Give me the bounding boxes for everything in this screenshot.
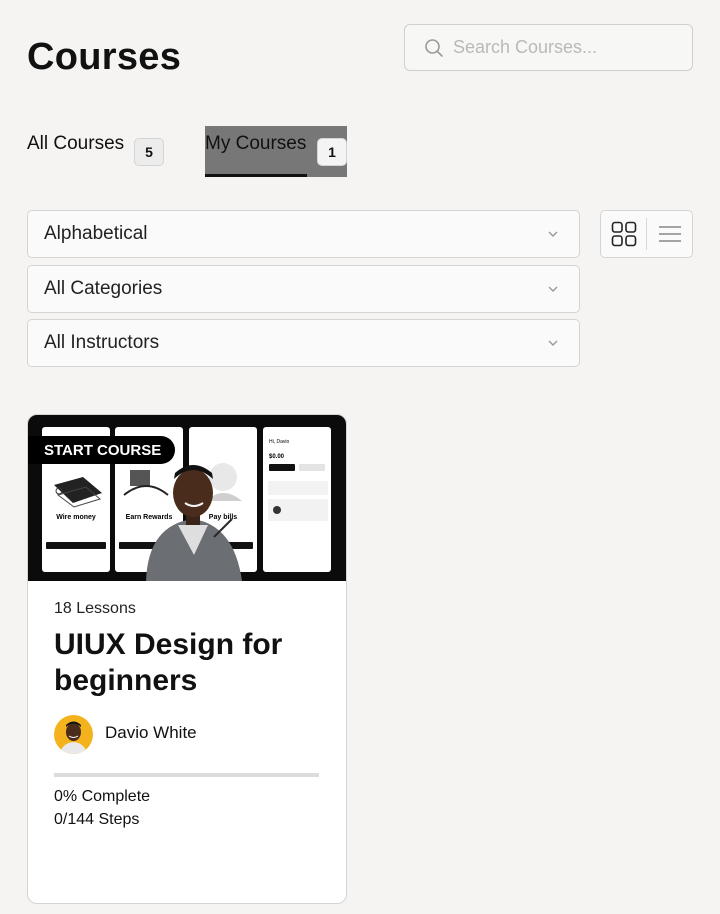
view-toggle bbox=[600, 210, 693, 258]
grid-view-icon bbox=[611, 221, 636, 247]
start-course-badge[interactable]: START COURSE bbox=[28, 436, 175, 464]
tab-all-courses[interactable]: All Courses 5 bbox=[27, 126, 167, 177]
avatar bbox=[54, 715, 93, 754]
list-view-button[interactable] bbox=[647, 211, 692, 257]
tab-label: My Courses bbox=[205, 133, 307, 154]
instructor-name[interactable]: Davio White bbox=[105, 723, 197, 743]
search-icon bbox=[425, 38, 443, 57]
lesson-count: 18 Lessons bbox=[54, 600, 136, 617]
progress-label: 0% Complete bbox=[54, 788, 151, 805]
sort-select[interactable]: Alphabetical bbox=[27, 210, 580, 258]
sort-select-value: Alphabetical bbox=[44, 223, 148, 244]
course-thumbnail[interactable]: Wire money Earn Rewards Pay bills Hi, Da… bbox=[28, 415, 346, 581]
tab-my-courses[interactable]: My Courses 1 bbox=[205, 126, 347, 177]
screen-title: Earn Rewards bbox=[126, 514, 173, 521]
search-box[interactable] bbox=[404, 24, 693, 71]
screen-title: Wire money bbox=[56, 514, 96, 521]
tab-count-badge: 5 bbox=[134, 138, 164, 166]
page-title: Courses bbox=[27, 36, 182, 78]
category-select[interactable]: All Categories bbox=[27, 265, 580, 313]
instructor-select[interactable]: All Instructors bbox=[27, 319, 580, 367]
instructor-select-value: All Instructors bbox=[44, 332, 160, 353]
course-card[interactable]: Wire money Earn Rewards Pay bills Hi, Da… bbox=[27, 414, 347, 904]
tab-label: All Courses bbox=[27, 133, 125, 154]
category-select-value: All Categories bbox=[44, 278, 163, 299]
chevron-down-icon bbox=[548, 340, 558, 346]
course-title[interactable]: UIUX Design for beginners bbox=[54, 627, 334, 699]
search-input[interactable] bbox=[453, 37, 673, 58]
chevron-down-icon bbox=[548, 286, 558, 292]
steps-label: 0/144 Steps bbox=[54, 811, 140, 828]
chevron-down-icon bbox=[548, 231, 558, 237]
screen-greeting: Hi, Davio bbox=[269, 439, 290, 445]
list-view-icon bbox=[658, 226, 681, 242]
screen-balance: $0.00 bbox=[269, 454, 285, 460]
screen-title: Pay bills bbox=[209, 514, 238, 521]
grid-view-button[interactable] bbox=[601, 211, 646, 257]
progress-bar bbox=[54, 773, 319, 777]
active-tab-underline bbox=[205, 174, 307, 177]
tab-count-badge: 1 bbox=[317, 138, 347, 166]
